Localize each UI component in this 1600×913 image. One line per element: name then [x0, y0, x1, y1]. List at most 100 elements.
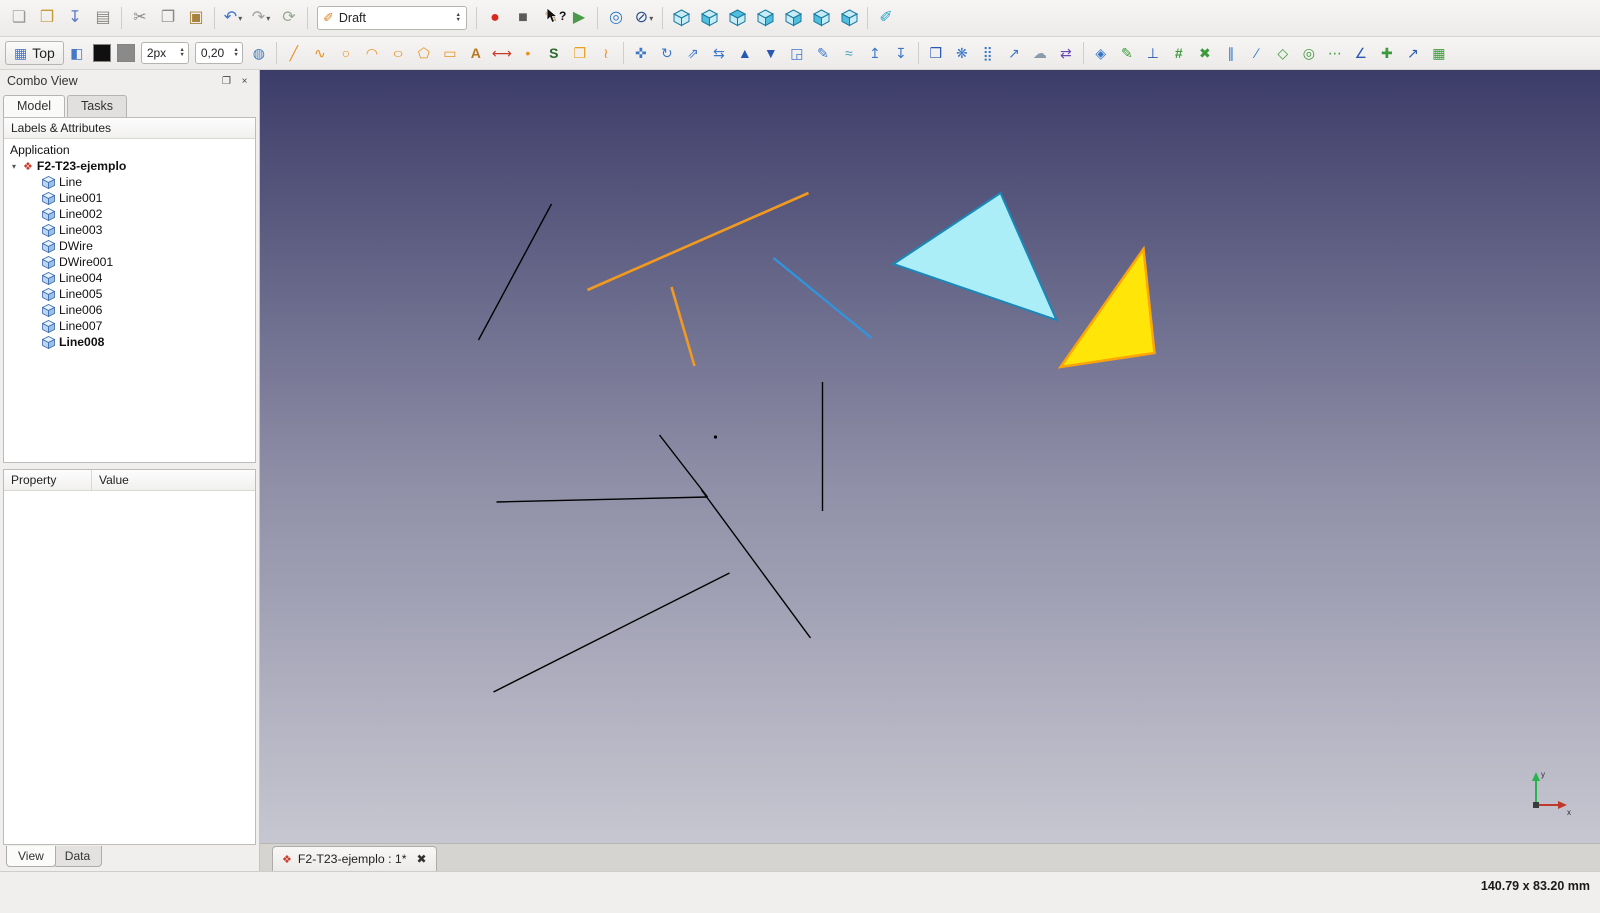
left-view-button[interactable] — [835, 4, 863, 32]
macro-edit-button[interactable]: ✎ — [537, 4, 565, 32]
macro-record-button[interactable]: ● — [481, 4, 509, 32]
draft-bezier-button[interactable]: ≀ — [593, 41, 619, 66]
snap-endpoint-button[interactable]: ✎ — [1114, 41, 1140, 66]
orange-line-short[interactable] — [672, 287, 695, 366]
working-plane-button[interactable]: ▦Top — [5, 41, 64, 65]
tree-item-dwire[interactable]: DWire — [4, 238, 255, 254]
tab-view[interactable]: View — [6, 846, 56, 867]
add-point-button[interactable]: ↥ — [862, 41, 888, 66]
undo-button-dropdown-arrow[interactable]: ▾ — [238, 14, 242, 23]
bottom-view-button[interactable] — [807, 4, 835, 32]
open-document-button[interactable]: ❒ — [33, 4, 61, 32]
polar-array-button[interactable]: ❋ — [949, 41, 975, 66]
delete-point-button[interactable]: ↧ — [888, 41, 914, 66]
tree-item-line002[interactable]: Line002 — [4, 206, 255, 222]
wire-to-bspline-button[interactable]: ≈ — [836, 41, 862, 66]
measure-distance-button[interactable]: ✐ — [872, 4, 900, 32]
tree-item-line[interactable]: Line — [4, 174, 255, 190]
draw-style-button[interactable]: ⊘▾ — [630, 4, 658, 32]
snap-center-button[interactable]: ✖ — [1192, 41, 1218, 66]
tree-scroll-area[interactable]: Application ▾ ❖ F2-T23-ejemplo Line Line0… — [4, 139, 255, 462]
redo-button[interactable]: ↷▾ — [247, 4, 275, 32]
line-width-spinbox-arrows[interactable]: ▲▼ — [179, 48, 187, 58]
redo-button-dropdown-arrow[interactable]: ▾ — [266, 14, 270, 23]
black-line-4[interactable] — [494, 573, 730, 692]
snap-grid-button[interactable]: ▦ — [1426, 41, 1452, 66]
workbench-selector[interactable]: ✐Draft▲▼ — [317, 6, 467, 30]
orange-line-long[interactable] — [588, 193, 809, 290]
draft-ellipse-button[interactable]: ○ — [385, 41, 411, 66]
axonometric-view-button[interactable] — [667, 4, 695, 32]
text-scale-spinbox-arrows[interactable]: ▲▼ — [233, 48, 241, 58]
tab-model[interactable]: Model — [3, 95, 65, 117]
fit-all-button[interactable]: ◎ — [602, 4, 630, 32]
tree-item-line007[interactable]: Line007 — [4, 318, 255, 334]
save-button[interactable]: ↧ — [61, 4, 89, 32]
tree-item-line008[interactable]: Line008 — [4, 334, 255, 350]
black-line-3[interactable] — [702, 490, 811, 638]
draft-text-button[interactable]: A — [463, 41, 489, 66]
clone-button[interactable]: ☁ — [1027, 41, 1053, 66]
line-width-spinbox[interactable]: 2px▲▼ — [141, 42, 189, 64]
document-tab[interactable]: ❖ F2-T23-ejemplo : 1* ✖ — [272, 846, 437, 871]
draft-rectangle-button[interactable]: ▭ — [437, 41, 463, 66]
tab-tasks[interactable]: Tasks — [67, 95, 127, 117]
yellow-triangle[interactable] — [1061, 249, 1155, 367]
tree-item-document[interactable]: ▾ ❖ F2-T23-ejemplo — [4, 158, 255, 174]
draft-dimension-button[interactable]: ⟷ — [489, 41, 515, 66]
draft-facebinder-button[interactable]: ❒ — [567, 41, 593, 66]
new-document-button[interactable]: ❏ — [5, 4, 33, 32]
move-button[interactable]: ✜ — [628, 41, 654, 66]
cut-button[interactable]: ✂ — [126, 4, 154, 32]
snap-parallel-button[interactable]: ∥ — [1218, 41, 1244, 66]
dock-float-icon[interactable]: ❐ — [219, 74, 234, 89]
snap-working-plane-button[interactable]: ↗ — [1400, 41, 1426, 66]
tree-item-dwire001[interactable]: DWire001 — [4, 254, 255, 270]
upgrade-button[interactable]: ▲ — [732, 41, 758, 66]
print-button[interactable]: ▤ — [89, 4, 117, 32]
snap-dimensions-button[interactable]: ⋯ — [1322, 41, 1348, 66]
snap-near-button[interactable]: ∠ — [1348, 41, 1374, 66]
draft-shapestring-button[interactable]: S — [541, 41, 567, 66]
black-line-1[interactable] — [479, 204, 552, 340]
draft-point[interactable] — [714, 435, 717, 438]
tree-item-application[interactable]: Application — [4, 142, 255, 158]
rear-view-button[interactable] — [779, 4, 807, 32]
snap-midpoint-button[interactable]: ⊥ — [1140, 41, 1166, 66]
face-color-swatch[interactable] — [117, 44, 135, 62]
draft-point-button[interactable]: • — [515, 41, 541, 66]
copy-button[interactable]: ❐ — [154, 4, 182, 32]
value-column-header[interactable]: Value — [92, 470, 255, 490]
cyan-triangle[interactable] — [894, 193, 1057, 320]
rotate-button[interactable]: ↻ — [654, 41, 680, 66]
line-color-swatch[interactable] — [93, 44, 111, 62]
autogroup-button[interactable]: ◍ — [246, 41, 272, 66]
construction-mode-button[interactable]: ◧ — [64, 41, 90, 66]
downgrade-button[interactable]: ▼ — [758, 41, 784, 66]
macro-stop-button[interactable]: ■ — [509, 4, 537, 32]
expander-icon[interactable]: ▾ — [12, 162, 23, 171]
dock-close-icon[interactable]: × — [237, 74, 252, 89]
draft-arc-button[interactable]: ◠ — [359, 41, 385, 66]
point-array-button[interactable]: ↗ — [1001, 41, 1027, 66]
property-column-header[interactable]: Property — [4, 470, 92, 490]
tab-data[interactable]: Data — [53, 846, 102, 867]
refresh-button[interactable]: ⟳ — [275, 4, 303, 32]
black-line-horizontal[interactable] — [497, 497, 708, 502]
workbench-selector-arrows[interactable]: ▲▼ — [456, 13, 461, 23]
macro-execute-button[interactable]: ▶ — [565, 4, 593, 32]
blue-line[interactable] — [774, 258, 872, 338]
draft-to-sketch-button[interactable]: ⇄ — [1053, 41, 1079, 66]
snap-extension-button[interactable]: ∕ — [1244, 41, 1270, 66]
tree-item-line005[interactable]: Line005 — [4, 286, 255, 302]
edit-button[interactable]: ✎ — [810, 41, 836, 66]
snap-ortho-button[interactable]: ◎ — [1296, 41, 1322, 66]
snap-lock-button[interactable]: ◈ — [1088, 41, 1114, 66]
draft-wire-button[interactable]: ∿ — [307, 41, 333, 66]
snap-special-button[interactable]: ◇ — [1270, 41, 1296, 66]
array-button[interactable]: ❒ — [923, 41, 949, 66]
trimex-button[interactable]: ⇆ — [706, 41, 732, 66]
undo-button[interactable]: ↶▾ — [219, 4, 247, 32]
snap-intersection-button[interactable]: ✚ — [1374, 41, 1400, 66]
right-view-button[interactable] — [751, 4, 779, 32]
